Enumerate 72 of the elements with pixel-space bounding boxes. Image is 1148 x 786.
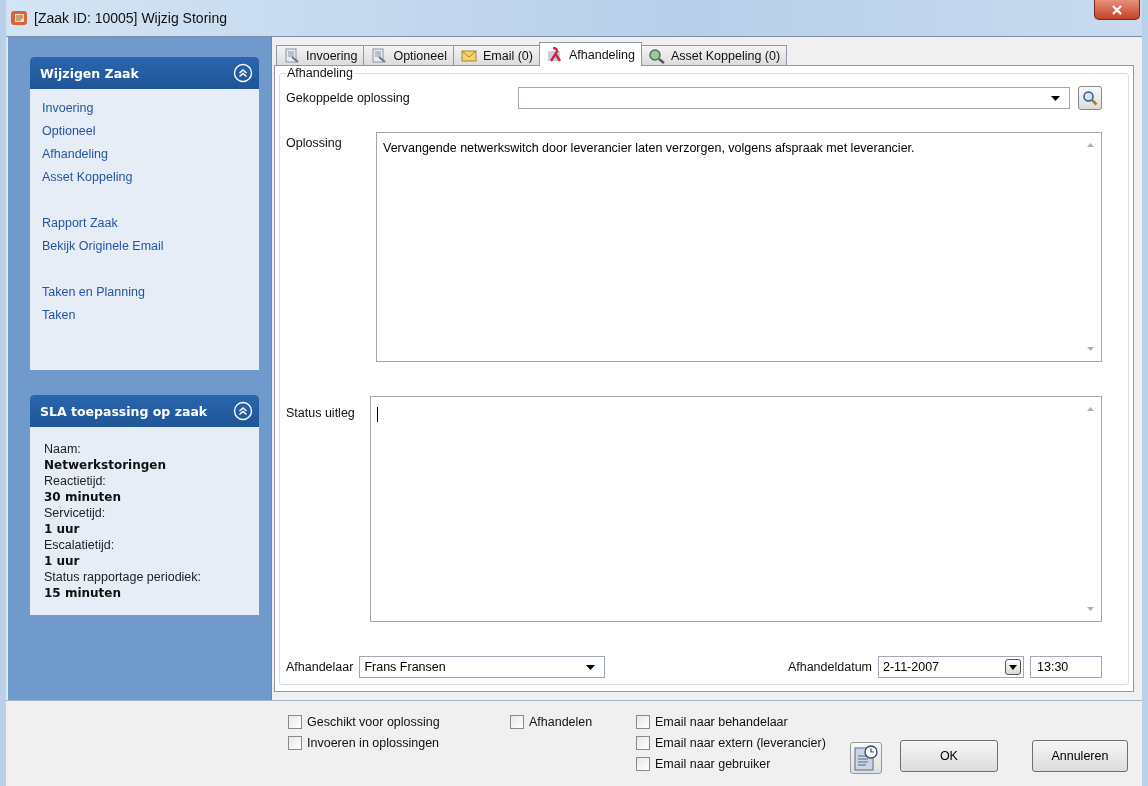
tab[interactable]: Invoering: [276, 45, 365, 65]
collapse-icon: [233, 63, 253, 83]
tab[interactable]: Optioneel: [363, 45, 454, 65]
sidebar-link[interactable]: Invoering: [42, 97, 249, 120]
schedule-button[interactable]: [849, 742, 882, 774]
checkbox[interactable]: [510, 715, 524, 729]
field-value: 1 uur: [44, 553, 81, 569]
window-title: [Zaak ID: 10005] Wijzig Storing: [34, 10, 227, 26]
sidebar-link[interactable]: Asset Koppeling: [42, 166, 249, 189]
caret-icon: [586, 664, 596, 670]
dropdown-value: Frans Fransen: [364, 660, 446, 674]
checkbox[interactable]: [288, 736, 302, 750]
checkbox-label: Email naar gebruiker: [655, 757, 771, 771]
ribbon-icon: [545, 46, 564, 63]
sidebar-link[interactable]: Rapport Zaak: [42, 212, 249, 235]
sidebar-link[interactable]: Afhandeling: [42, 143, 249, 166]
solution-text-area[interactable]: Vervangende netwerkswitch door leverancier laten verzorgen, volgens afspraak met leverancier.: [376, 132, 1102, 362]
sidebar-link[interactable]: Bekijk Originele Email: [42, 235, 249, 258]
clipboard-clock-icon: [852, 744, 879, 772]
field-label: Status uitleg: [286, 405, 356, 420]
field-label: Escalatietijd:: [44, 537, 116, 553]
checkbox[interactable]: [636, 736, 650, 750]
handler-dropdown[interactable]: Frans Fransen: [359, 656, 606, 678]
field-label: Afhandelaar: [286, 660, 354, 674]
tab[interactable]: Afhandeling: [538, 42, 642, 66]
search-icon: [1082, 90, 1098, 106]
checkbox-label: Email naar behandelaar: [655, 715, 788, 729]
tab[interactable]: Asset Koppeling (0): [641, 45, 788, 65]
envelope-icon: [459, 47, 478, 64]
date-value: 2-11-2007: [883, 660, 940, 674]
caret-icon: [1051, 95, 1060, 101]
close-icon: [1111, 4, 1123, 15]
sidebar-link[interactable]: Taken en Planning: [42, 281, 249, 304]
sidebar-link[interactable]: Optioneel: [42, 120, 249, 143]
checkbox-label: Afhandelen: [529, 715, 593, 729]
calendar-button[interactable]: [1005, 659, 1021, 675]
field-label: Naam:: [44, 441, 82, 457]
document-icon: [283, 47, 301, 64]
solution-dropdown[interactable]: [518, 87, 1070, 109]
checkbox[interactable]: [288, 715, 302, 729]
checkbox[interactable]: [636, 757, 650, 771]
checkbox-label: Geschikt voor oplossing: [307, 715, 440, 729]
date-picker[interactable]: 2-11-2007: [878, 656, 1024, 678]
field-label: Afhandeldatum: [787, 660, 872, 674]
caret-icon: [1009, 664, 1017, 670]
sidebar-link[interactable]: Taken: [42, 304, 249, 327]
field-label: Servicetijd:: [44, 505, 107, 521]
time-field[interactable]: 13:30: [1030, 656, 1102, 678]
group-title: Afhandeling: [286, 66, 355, 80]
collapse-button[interactable]: [233, 401, 253, 421]
panel-title: SLA toepassing op zaak: [40, 403, 208, 419]
dialog-button[interactable]: Annuleren: [1031, 740, 1128, 772]
field-value: 1 uur: [44, 521, 81, 537]
magnifier-icon: [648, 47, 666, 64]
field-label: Reactietijd:: [44, 473, 107, 489]
dialog-button[interactable]: OK: [899, 740, 998, 772]
field-value: 30 minuten: [44, 489, 122, 505]
checkbox-label: Email naar extern (leverancier): [655, 736, 826, 750]
collapse-icon: [233, 401, 253, 421]
panel-title: Wijzigen Zaak: [40, 65, 139, 81]
search-button[interactable]: [1078, 86, 1102, 110]
field-label: Status rapportage periodiek:: [44, 569, 203, 585]
checkbox[interactable]: [636, 715, 650, 729]
app-icon: [10, 9, 28, 27]
close-button[interactable]: [1094, 0, 1140, 20]
collapse-button[interactable]: [233, 63, 253, 83]
field-label: Gekoppelde oplossing: [286, 91, 411, 105]
tab[interactable]: Email (0): [452, 45, 540, 65]
field-value: Netwerkstoringen: [44, 457, 167, 473]
checkbox-label: Invoeren in oplossingen: [307, 736, 440, 750]
field-label: Oplossing: [286, 135, 343, 150]
field-value: 15 minuten: [44, 585, 122, 601]
